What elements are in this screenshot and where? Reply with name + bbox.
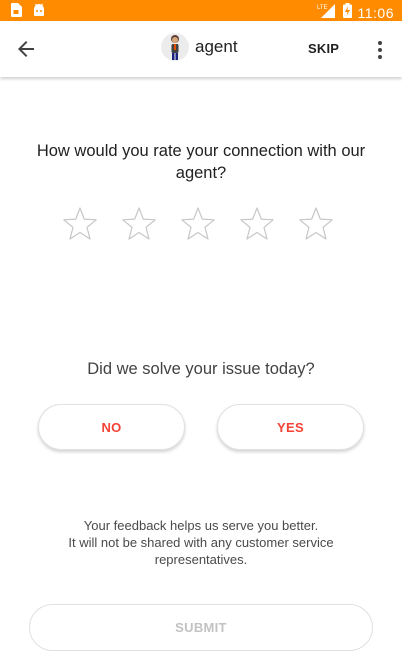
status-left-icons (10, 3, 46, 22)
star-rating (62, 206, 334, 242)
submit-button[interactable]: SUBMIT (29, 604, 373, 651)
feedback-note: Your feedback helps us serve you better.… (30, 517, 372, 568)
star-3-icon[interactable] (180, 206, 216, 242)
skip-button[interactable]: SKIP (308, 41, 339, 56)
more-options-button[interactable] (372, 39, 388, 61)
feedback-line-1: Your feedback helps us serve you better. (83, 518, 319, 533)
status-time: 11:06 (357, 4, 394, 21)
signal-icon: LTE (317, 2, 337, 23)
status-bar: LTE 11:06 (0, 0, 402, 21)
no-button[interactable]: NO (38, 404, 185, 450)
resolution-question: Did we solve your issue today? (87, 360, 315, 378)
star-1-icon[interactable] (62, 206, 98, 242)
star-5-icon[interactable] (298, 206, 334, 242)
status-right-icons: LTE 11:06 (317, 2, 395, 23)
rating-question: How would you rate your connection with … (36, 142, 366, 182)
android-icon (32, 3, 46, 22)
yes-button[interactable]: YES (217, 404, 364, 450)
arrow-left-icon (18, 41, 34, 57)
sim-card-icon (10, 3, 22, 22)
battery-charging-icon (342, 2, 352, 23)
back-button[interactable] (14, 37, 38, 61)
star-2-icon[interactable] (121, 206, 157, 242)
agent-header: agent (161, 33, 238, 61)
star-4-icon[interactable] (239, 206, 275, 242)
agent-avatar (161, 33, 189, 61)
feedback-line-3: representatives. (154, 552, 248, 567)
svg-text:LTE: LTE (317, 5, 328, 11)
more-vertical-icon (378, 41, 382, 59)
feedback-line-2: It will not be shared with any customer … (68, 535, 334, 550)
agent-name: agent (195, 37, 238, 56)
app-bar: agent SKIP (0, 21, 402, 77)
